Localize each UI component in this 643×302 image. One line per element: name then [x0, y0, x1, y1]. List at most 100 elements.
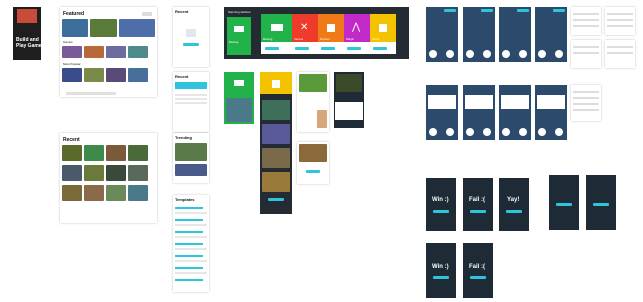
retry-button[interactable]: [470, 210, 486, 213]
game-thumb[interactable]: [62, 68, 82, 82]
top-bar[interactable]: [481, 9, 493, 12]
game-thumb[interactable]: [84, 165, 104, 181]
template-row[interactable]: [175, 212, 207, 214]
game-thumb[interactable]: [262, 124, 290, 144]
joystick-left[interactable]: [429, 128, 437, 136]
create-button[interactable]: [183, 43, 199, 46]
game-thumb[interactable]: [106, 46, 126, 58]
settings-row[interactable]: [607, 19, 633, 21]
game-thumb[interactable]: [128, 68, 148, 82]
game-thumb[interactable]: [62, 19, 88, 37]
action-button[interactable]: [556, 203, 572, 206]
select-button[interactable]: [265, 47, 279, 50]
joystick-left[interactable]: [538, 50, 546, 58]
joystick-left[interactable]: [466, 128, 474, 136]
settings-row[interactable]: [607, 13, 633, 15]
game-thumb[interactable]: [128, 46, 148, 58]
game-thumb[interactable]: [119, 19, 155, 37]
template-item[interactable]: [175, 267, 203, 269]
game-thumb[interactable]: [106, 185, 126, 201]
game-thumb[interactable]: [262, 172, 290, 192]
game-thumb[interactable]: [262, 100, 290, 120]
joystick-right[interactable]: [483, 128, 491, 136]
top-bar[interactable]: [517, 9, 529, 12]
list-row[interactable]: [175, 94, 207, 96]
list-row[interactable]: [175, 98, 207, 100]
joystick-left[interactable]: [538, 128, 546, 136]
game-thumb[interactable]: [84, 46, 104, 58]
game-thumb[interactable]: [84, 145, 104, 161]
template-item[interactable]: [175, 279, 203, 281]
template-item[interactable]: [175, 231, 203, 233]
settings-row[interactable]: [607, 46, 633, 48]
template-row[interactable]: [175, 224, 207, 226]
list-row[interactable]: [175, 102, 207, 104]
settings-row[interactable]: [573, 109, 599, 111]
continue-button[interactable]: [506, 210, 522, 213]
template-row[interactable]: [175, 248, 207, 250]
game-thumb[interactable]: [84, 185, 104, 201]
joystick-left[interactable]: [502, 50, 510, 58]
game-thumb[interactable]: [90, 19, 117, 37]
game-thumb[interactable]: [128, 165, 148, 181]
game-thumb[interactable]: [226, 98, 252, 122]
template-row[interactable]: [175, 272, 207, 274]
game-thumb[interactable]: [62, 185, 82, 201]
game-thumb[interactable]: [84, 68, 104, 82]
bottom-nav[interactable]: [66, 92, 116, 95]
joystick-right[interactable]: [483, 50, 491, 58]
continue-button[interactable]: [433, 276, 449, 279]
settings-row[interactable]: [573, 46, 599, 48]
green-card[interactable]: [224, 72, 254, 124]
settings-row[interactable]: [573, 13, 599, 15]
play-button[interactable]: [306, 170, 320, 173]
game-thumb[interactable]: [175, 164, 207, 176]
template-item[interactable]: [175, 255, 203, 257]
game-thumb[interactable]: [106, 145, 126, 161]
settings-row[interactable]: [573, 52, 599, 54]
template-item[interactable]: [175, 243, 203, 245]
game-thumb[interactable]: [128, 185, 148, 201]
joystick-left[interactable]: [502, 128, 510, 136]
top-bar[interactable]: [444, 9, 456, 12]
settings-row[interactable]: [573, 97, 599, 99]
settings-row[interactable]: [607, 52, 633, 54]
game-thumb[interactable]: [62, 145, 82, 161]
game-thumb[interactable]: [106, 68, 126, 82]
action-button[interactable]: [593, 203, 609, 206]
game-thumb[interactable]: [62, 165, 82, 181]
joystick-left[interactable]: [466, 50, 474, 58]
template-row[interactable]: [175, 236, 207, 238]
select-button[interactable]: [347, 47, 361, 50]
joystick-right[interactable]: [519, 128, 527, 136]
settings-row[interactable]: [607, 25, 633, 27]
category-tile-racing[interactable]: Racing: [227, 17, 251, 55]
retry-button[interactable]: [470, 276, 486, 279]
play-button[interactable]: [268, 198, 284, 201]
game-thumb[interactable]: [62, 46, 82, 58]
banner[interactable]: [175, 82, 207, 89]
joystick-right[interactable]: [446, 128, 454, 136]
joystick-right[interactable]: [519, 50, 527, 58]
settings-row[interactable]: [573, 19, 599, 21]
joystick-right[interactable]: [446, 50, 454, 58]
select-button[interactable]: [373, 47, 387, 50]
select-button[interactable]: [321, 47, 335, 50]
game-thumb[interactable]: [262, 148, 290, 168]
game-thumb[interactable]: [175, 143, 207, 161]
top-bar[interactable]: [553, 9, 565, 12]
game-thumb[interactable]: [106, 165, 126, 181]
game-thumb[interactable]: [128, 145, 148, 161]
hero-card[interactable]: Build and Play Games: [13, 7, 44, 60]
template-item[interactable]: [175, 207, 203, 209]
continue-button[interactable]: [433, 210, 449, 213]
template-row[interactable]: [175, 260, 207, 262]
settings-row[interactable]: [573, 25, 599, 27]
settings-row[interactable]: [573, 103, 599, 105]
joystick-right[interactable]: [555, 50, 563, 58]
template-item[interactable]: [175, 219, 203, 221]
select-button[interactable]: [295, 47, 309, 50]
settings-row[interactable]: [573, 91, 599, 93]
joystick-left[interactable]: [429, 50, 437, 58]
joystick-right[interactable]: [555, 128, 563, 136]
